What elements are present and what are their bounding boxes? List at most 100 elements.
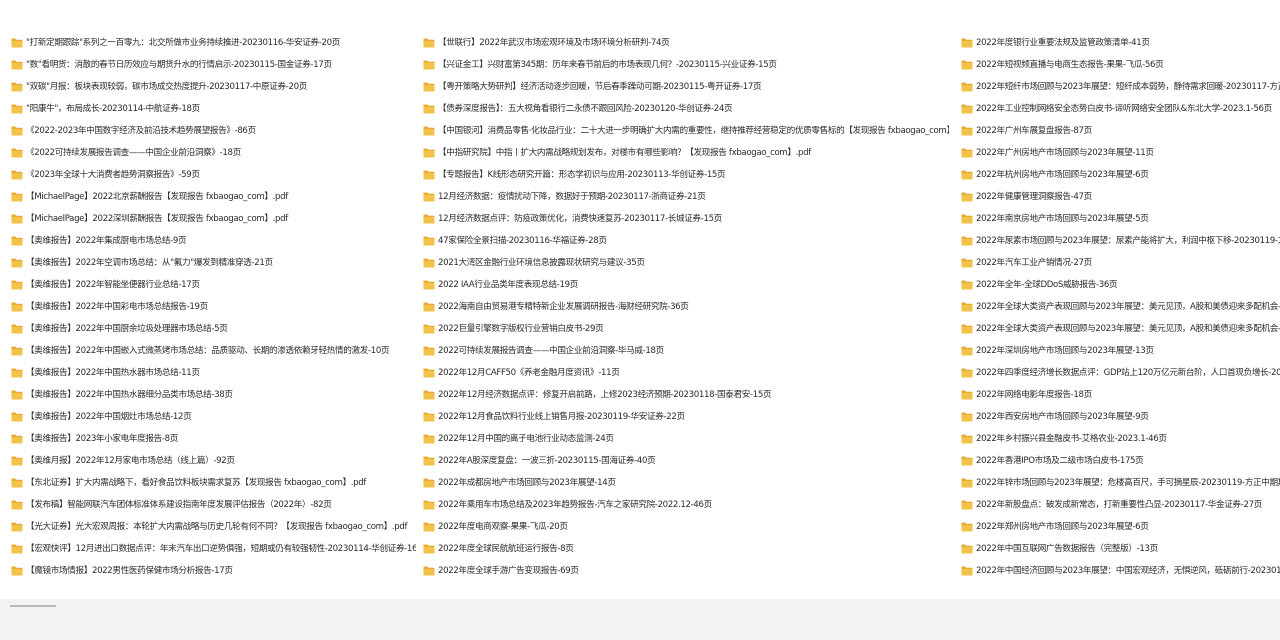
folder-item[interactable]: 2022年度全球手游广告变现报告-69页	[423, 560, 949, 582]
folder-item[interactable]: 2022年香港IPO市场及二级市场白皮书-175页	[961, 450, 1280, 472]
folder-item[interactable]: 2021大湾区金融行业环境信息披露现状研究与建议-35页	[423, 252, 949, 274]
folder-item[interactable]: 2022年12月食品饮料行业线上销售月报-20230119-华安证券-22页	[423, 406, 949, 428]
folder-item[interactable]: 2022巨量引擎数字版权行业营销白皮书-29页	[423, 318, 949, 340]
folder-item[interactable]: 【MichaelPage】2022深圳薪酬报告【发现报告 fxbaogao_co…	[11, 208, 416, 230]
folder-item[interactable]: 2022年短视频直播与电商生态报告-果果-飞瓜-56页	[961, 54, 1280, 76]
folder-name: 2022年度银行业重要法规及监管政策清单-41页	[976, 37, 1150, 48]
folder-item[interactable]: 2022年全年-全球DDoS威胁报告-36页	[961, 274, 1280, 296]
folder-item[interactable]: 【奥维报告】2022年中国彩电市场总结报告-19页	[11, 296, 416, 318]
folder-name: 2022年西安房地产市场回顾与2023年展望-9页	[976, 411, 1149, 422]
folder-item[interactable]: 【奥维报告】2022年空调市场总结：从"氟力"爆发到精准穿透-21页	[11, 252, 416, 274]
folder-item[interactable]: 2022年12月经济数据点评：修复开启前路，上修2023经济预期-2023011…	[423, 384, 949, 406]
folder-item[interactable]: 【中国银河】消费品零售·化妆品行业：二十大进一步明确扩大内需的重要性，继持推荐经…	[423, 120, 949, 142]
folder-item[interactable]: 2022年12月CAFF50《养老金融月度资讯》-11页	[423, 362, 949, 384]
folder-item[interactable]: 2022年广州房地产市场回顾与2023年展望-11页	[961, 142, 1280, 164]
folder-item[interactable]: 【专题报告】K线形态研究开篇：形态学初识与应用-20230113-华创证券-15…	[423, 164, 949, 186]
folder-item[interactable]: 2022年汽车工业产销情况-27页	[961, 252, 1280, 274]
folder-item[interactable]: 【奥维报告】2022年中国嵌入式微蒸烤市场总结：品质驱动、长期的渗透依赖牙轻热情…	[11, 340, 416, 362]
folder-item[interactable]: 2022年全球大类资产表现回顾与2023年展望：美元见顶，A股和美债迎来多配机会…	[961, 296, 1280, 318]
folder-item[interactable]: 【奥维报告】2022年集成厨电市场总结-9页	[11, 230, 416, 252]
folder-item[interactable]: 2022年A股深度复盘：一波三折-20230115-国海证券-40页	[423, 450, 949, 472]
folder-name: 12月经济数据：疫情扰动下降，数据好于预期-20230117-浙商证券-21页	[438, 191, 706, 202]
folder-item[interactable]: 2022年度银行业重要法规及监管政策清单-41页	[961, 32, 1280, 54]
folder-name: 【债券深度报告】：五大视角看银行二永债不跟回风险-20230120-华创证券-2…	[438, 103, 733, 114]
folder-item[interactable]: 【光大证券】光大宏观周报：本轮扩大内需战略与历史几轮有何不同？【发现报告 fxb…	[11, 516, 416, 538]
folder-name: 【奥维报告】2022年中国嵌入式微蒸烤市场总结：品质驱动、长期的渗透依赖牙轻热情…	[26, 345, 390, 356]
folder-item[interactable]: 【奥维报告】2022年中国烟灶市场总结-12页	[11, 406, 416, 428]
folder-item[interactable]: 12月经济数据：疫情扰动下降，数据好于预期-20230117-浙商证券-21页	[423, 186, 949, 208]
horizontal-scrollbar[interactable]	[0, 599, 1280, 640]
folder-item[interactable]: "阳康牛"，布局成长-20230114-中航证券-18页	[11, 98, 416, 120]
folder-item[interactable]: 【发布稿】智能网联汽车团体标准体系建设指南年度发展评估报告（2022年）-82页	[11, 494, 416, 516]
folder-item[interactable]: 2022年度电商观察-果果-飞瓜-20页	[423, 516, 949, 538]
folder-item[interactable]: 【奥维报告】2022年智能坐便器行业总结-17页	[11, 274, 416, 296]
folder-item[interactable]: 【东北证券】扩大内需战略下，看好食品饮料板块需求复苏【发现报告 fxbaogao…	[11, 472, 416, 494]
folder-item[interactable]: 12月经济数据点评：防疫政策优化，消费快速复苏-20230117-长城证券-15…	[423, 208, 949, 230]
folder-item[interactable]: 2022年乡村振兴县金融皮书-艾格农业-2023.1-46页	[961, 428, 1280, 450]
folder-icon	[11, 214, 23, 224]
folder-item[interactable]: 【粤开策略大势研判】经济活动逐步回暖，节后春季躁动可期-20230115-粤开证…	[423, 76, 949, 98]
folder-item[interactable]: 2022年四季度经济增长数据点评：GDP站上120万亿元新台阶，人口首现负增长-…	[961, 362, 1280, 384]
folder-name: 【奥维报告】2022年空调市场总结：从"氟力"爆发到精准穿透-21页	[26, 257, 273, 268]
folder-icon	[961, 346, 973, 356]
folder-item[interactable]: 2022可持续发展报告调查——中国企业前沿洞察-毕马威-18页	[423, 340, 949, 362]
folder-name: 【粤开策略大势研判】经济活动逐步回暖，节后春季躁动可期-20230115-粤开证…	[438, 81, 762, 92]
folder-item[interactable]: 2022年郑州房地产市场回顾与2023年展望-6页	[961, 516, 1280, 538]
folder-item[interactable]: 2022年成都房地产市场回顾与2023年展望-14页	[423, 472, 949, 494]
folder-item[interactable]: 【债券深度报告】：五大视角看银行二永债不跟回风险-20230120-华创证券-2…	[423, 98, 949, 120]
folder-item[interactable]: 【兴证金工】兴财富第345期：历年来春节前后的市场表现几何？-20230115-…	[423, 54, 949, 76]
folder-item[interactable]: "打新定期跟踪"系列之一百零九：北交所做市业务持续推进-20230116-华安证…	[11, 32, 416, 54]
folder-item[interactable]: 《2022可持续发展报告调查——中国企业前沿洞察》-18页	[11, 142, 416, 164]
folder-item[interactable]: 2022年工业控制网络安全态势白皮书-谛听网络安全团队&东北大学-2023.1-…	[961, 98, 1280, 120]
folder-name: 2022年工业控制网络安全态势白皮书-谛听网络安全团队&东北大学-2023.1-…	[976, 103, 1272, 114]
folder-icon	[961, 412, 973, 422]
folder-item[interactable]: 47家保险全景扫描-20230116-华福证券-28页	[423, 230, 949, 252]
folder-item[interactable]: 2022年12月中国的离子电池行业动态监测-24页	[423, 428, 949, 450]
folder-item[interactable]: 2022年中国互联网广告数据报告（完整版）-13页	[961, 538, 1280, 560]
folder-icon	[11, 456, 23, 466]
folder-item[interactable]: 2022年中国经济回顾与2023年展望：中国宏观经济，无惧逆风，砥砺前行-202…	[961, 560, 1280, 582]
folder-item[interactable]: 2022海南自由贸易港专精特新企业发展调研报告-海财经研究院-36页	[423, 296, 949, 318]
folder-item[interactable]: 《2022-2023年中国数字经济及前沿技术趋势展望报告》-86页	[11, 120, 416, 142]
folder-icon	[11, 104, 23, 114]
folder-name: 【兴证金工】兴财富第345期：历年来春节前后的市场表现几何？-20230115-…	[438, 59, 777, 70]
folder-name: 2022年新股盘点：破发成新常态，打新重要性凸显-20230117-华金证券-2…	[976, 499, 1262, 510]
folder-icon	[11, 500, 23, 510]
folder-name: 2022年短纤市场回顾与2023年展望：短纤成本弱势，静待需求回暖-202301…	[976, 81, 1280, 92]
folder-item[interactable]: 【奥维报告】2022年中国厨余垃圾处理器市场总结-5页	[11, 318, 416, 340]
folder-icon	[11, 522, 23, 532]
folder-item[interactable]: 《2023年全球十大消费者趋势洞察报告》-59页	[11, 164, 416, 186]
folder-item[interactable]: 2022年全球大类资产表现回顾与2023年展望：美元见顶，A股和美债迎来多配机会…	[961, 318, 1280, 340]
folder-item[interactable]: 【奥维报告】2022年中国热水器细分品类市场总结-38页	[11, 384, 416, 406]
folder-item[interactable]: 【奥维月报】2022年12月家电市场总结（线上篇）-92页	[11, 450, 416, 472]
folder-name: 2022年12月中国的离子电池行业动态监测-24页	[438, 433, 614, 444]
scrollbar-thumb[interactable]	[10, 605, 56, 607]
folder-name: 【专题报告】K线形态研究开篇：形态学初识与应用-20230113-华创证券-15…	[438, 169, 726, 180]
folder-icon	[961, 522, 973, 532]
folder-item[interactable]: 2022 IAA行业品类年度表现总结-19页	[423, 274, 949, 296]
folder-item[interactable]: 2022年短纤市场回顾与2023年展望：短纤成本弱势，静待需求回暖-202301…	[961, 76, 1280, 98]
folder-item[interactable]: 2022年尿素市场回顾与2023年展望：尿素产能将扩大，利润中枢下移-20230…	[961, 230, 1280, 252]
folder-item[interactable]: 2022年网络电影年度报告-18页	[961, 384, 1280, 406]
folder-item[interactable]: 【MichaelPage】2022北京薪酬报告【发现报告 fxbaogao_co…	[11, 186, 416, 208]
folder-item[interactable]: 2022年西安房地产市场回顾与2023年展望-9页	[961, 406, 1280, 428]
folder-item[interactable]: 2022年乘用车市场总结及2023年趋势报告-汽车之家研究院-2022.12-4…	[423, 494, 949, 516]
folder-item[interactable]: 【奥维报告】2023年小家电年度报告-8页	[11, 428, 416, 450]
folder-item[interactable]: 2022年深圳房地产市场回顾与2023年展望-13页	[961, 340, 1280, 362]
folder-item[interactable]: 2022年健康管理洞察报告-47页	[961, 186, 1280, 208]
folder-item[interactable]: 2022年杭州房地产市场回顾与2023年展望-6页	[961, 164, 1280, 186]
folder-item[interactable]: 【中指研究院】中指丨扩大内需战略规划发布，对楼市有哪些影响？【发现报告 fxba…	[423, 142, 949, 164]
folder-item[interactable]: 【世联行】2022年武汉市场宏观环境及市场环境分析研判-74页	[423, 32, 949, 54]
folder-item[interactable]: 【魔镜市场情报】2022男性医药保健市场分析报告-17页	[11, 560, 416, 582]
folder-item[interactable]: 2022年广州车展复盘报告-87页	[961, 120, 1280, 142]
folder-item[interactable]: 2022年南京房地产市场回顾与2023年展望-5页	[961, 208, 1280, 230]
folder-item[interactable]: "双碳"月报：板块表现较弱，碳市场成交热度提升-20230117-中原证券-20…	[11, 76, 416, 98]
folder-item[interactable]: 2022年新股盘点：破发成新常态，打新重要性凸显-20230117-华金证券-2…	[961, 494, 1280, 516]
folder-name: 【奥维报告】2022年中国热水器市场总结-11页	[26, 367, 200, 378]
folder-item[interactable]: "数"看明货：消散的春节日历效应与期货升水的行情启示-20230115-国金证券…	[11, 54, 416, 76]
folder-icon	[423, 280, 435, 290]
folder-item[interactable]: 2022年锌市场回顾与2023年展望：危楼高百尺，手可摘星辰-20230119-…	[961, 472, 1280, 494]
folder-item[interactable]: 【奥维报告】2022年中国热水器市场总结-11页	[11, 362, 416, 384]
folder-item[interactable]: 2022年度全球民航航班运行报告-8页	[423, 538, 949, 560]
folder-item[interactable]: 【宏观快评】12月进出口数据点评：年末汽车出口逆势俱强，短期或仍有较强韧性-20…	[11, 538, 416, 560]
